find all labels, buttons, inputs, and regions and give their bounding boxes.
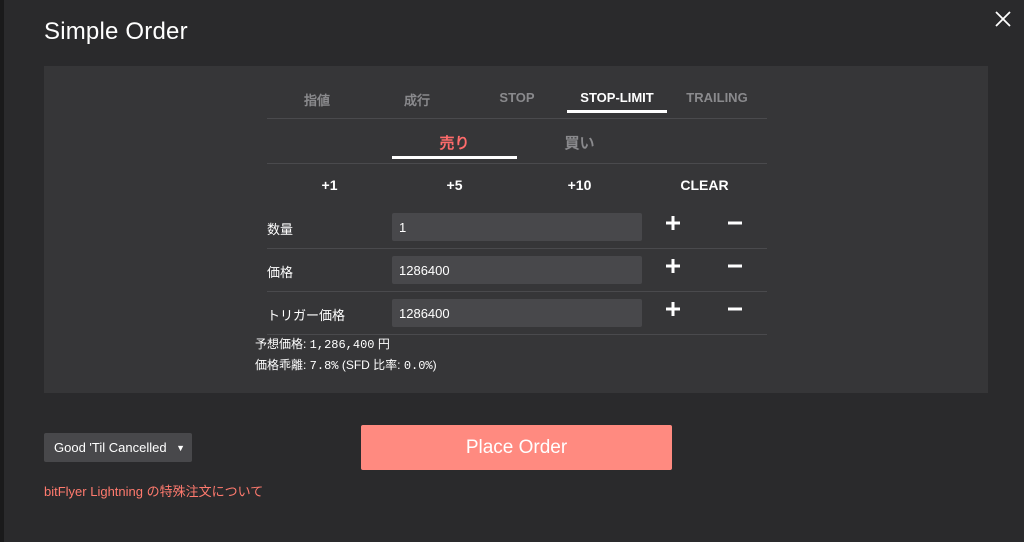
quantity-minus-button[interactable] xyxy=(723,216,747,238)
plus-icon xyxy=(666,302,680,316)
deviation-label: 価格乖離: xyxy=(255,358,310,372)
price-label: 価格 xyxy=(267,265,294,280)
order-type-tabs: 指値 成行 STOP STOP-LIMIT TRAILING xyxy=(267,66,767,119)
close-icon xyxy=(995,11,1011,27)
price-input[interactable] xyxy=(392,256,642,284)
tab-stop-limit[interactable]: STOP-LIMIT xyxy=(567,90,667,105)
order-modal: Simple Order 指値 成行 STOP STOP-LIMIT TRAIL… xyxy=(4,0,1024,542)
clear-button[interactable]: CLEAR xyxy=(642,177,767,193)
increment-10-button[interactable]: +10 xyxy=(517,177,642,193)
sfd-suffix: ) xyxy=(432,358,437,372)
deviation-value: 7.8% xyxy=(309,359,339,373)
increment-5-button[interactable]: +5 xyxy=(392,177,517,193)
plus-icon xyxy=(666,216,680,230)
trigger-price-input[interactable] xyxy=(392,299,642,327)
estimated-price-line: 予想価格: 1,286,400 円 xyxy=(255,334,437,355)
estimated-price-unit: 円 xyxy=(374,337,390,351)
deviation-line: 価格乖離: 7.8% (SFD 比率: 0.0%) xyxy=(255,355,437,376)
place-order-button[interactable]: Place Order xyxy=(361,425,672,470)
tab-stop[interactable]: STOP xyxy=(467,90,567,105)
tab-limit[interactable]: 指値 xyxy=(267,90,367,109)
active-side-indicator xyxy=(392,156,517,159)
trigger-price-label: トリガー価格 xyxy=(267,308,346,323)
price-plus-button[interactable] xyxy=(661,259,685,281)
active-tab-indicator xyxy=(567,110,667,113)
side-selector: 売り 買い xyxy=(267,119,767,164)
time-in-force-select[interactable]: Good 'Til Cancelled ▼ xyxy=(44,433,192,462)
close-button[interactable] xyxy=(992,8,1014,30)
estimated-price-value: 1,286,400 xyxy=(309,338,375,352)
minus-icon xyxy=(728,221,742,225)
increment-row: +1 +5 +10 CLEAR xyxy=(267,164,767,206)
order-panel: 指値 成行 STOP STOP-LIMIT TRAILING 売り 買い +1 … xyxy=(44,66,988,393)
minus-icon xyxy=(728,264,742,268)
trigger-price-row: トリガー価格 xyxy=(267,292,767,335)
increment-1-button[interactable]: +1 xyxy=(267,177,392,193)
plus-icon xyxy=(666,259,680,273)
estimate-info: 予想価格: 1,286,400 円 価格乖離: 7.8% (SFD 比率: 0.… xyxy=(255,334,437,376)
quantity-row: 数量 xyxy=(267,206,767,249)
quantity-plus-button[interactable] xyxy=(661,216,685,238)
tab-trailing[interactable]: TRAILING xyxy=(667,90,767,105)
modal-title: Simple Order xyxy=(44,18,188,45)
price-minus-button[interactable] xyxy=(723,259,747,281)
sell-tab[interactable]: 売り xyxy=(392,132,517,153)
time-in-force-value: Good 'Til Cancelled xyxy=(54,440,167,455)
sfd-prefix: (SFD 比率: xyxy=(338,358,404,372)
quantity-label: 数量 xyxy=(267,222,294,237)
caret-down-icon: ▼ xyxy=(176,443,185,453)
price-row: 価格 xyxy=(267,249,767,292)
tab-market[interactable]: 成行 xyxy=(367,90,467,109)
trigger-price-minus-button[interactable] xyxy=(723,302,747,324)
special-order-help-link[interactable]: bitFlyer Lightning の特殊注文について xyxy=(44,481,263,500)
sfd-value: 0.0% xyxy=(403,359,433,373)
order-form: 指値 成行 STOP STOP-LIMIT TRAILING 売り 買い +1 … xyxy=(255,66,767,373)
minus-icon xyxy=(728,307,742,311)
quantity-input[interactable] xyxy=(392,213,642,241)
buy-tab[interactable]: 買い xyxy=(517,132,642,153)
estimated-price-label: 予想価格: xyxy=(255,337,310,351)
trigger-price-plus-button[interactable] xyxy=(661,302,685,324)
